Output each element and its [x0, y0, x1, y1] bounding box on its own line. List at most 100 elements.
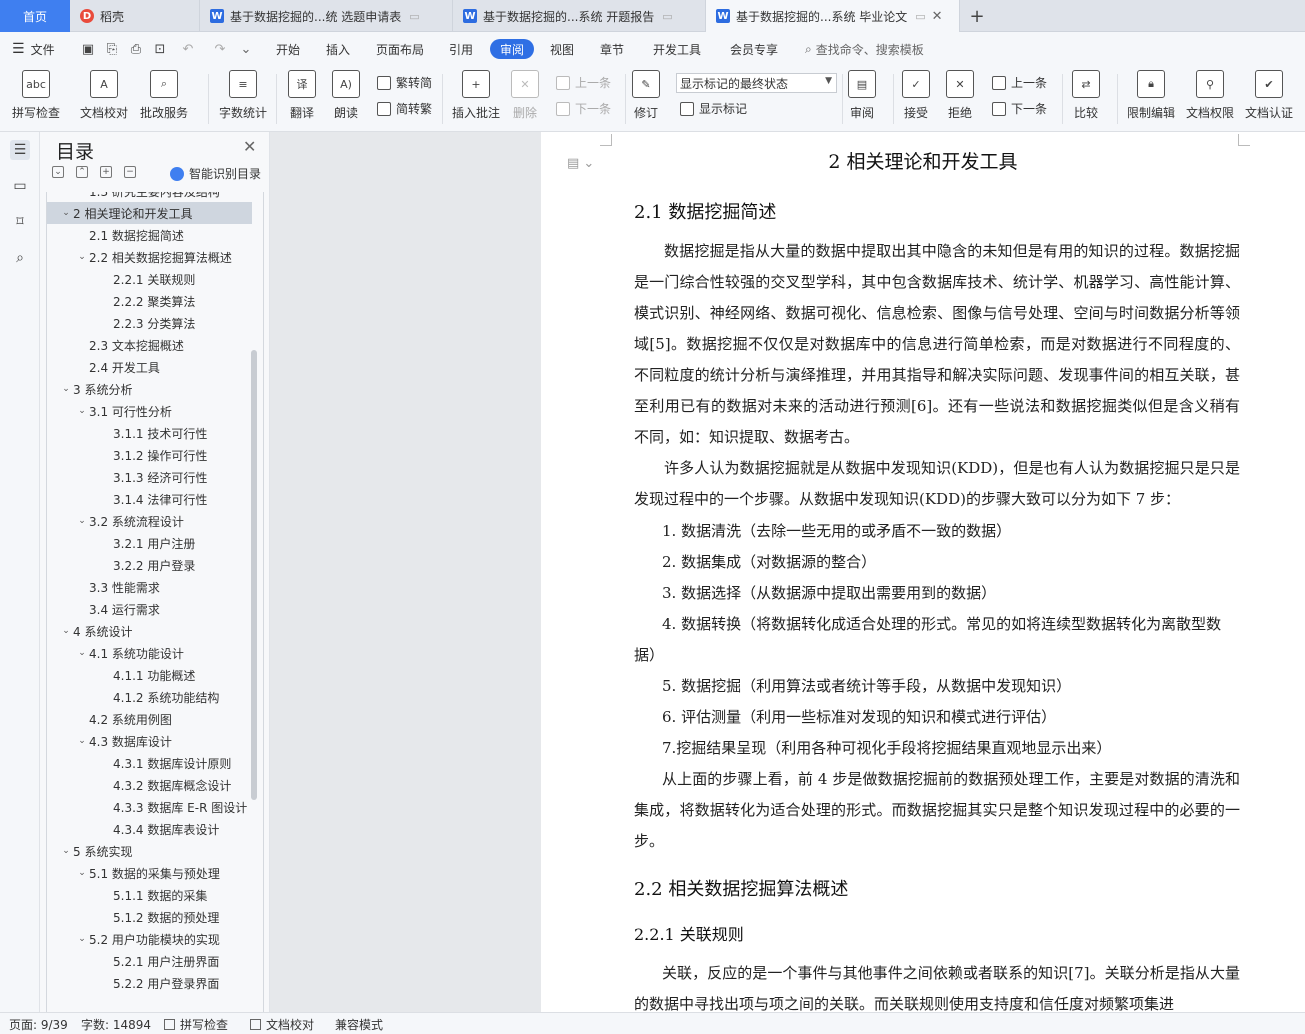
expand-icon[interactable]: +	[100, 166, 112, 178]
toc-item[interactable]: 2.2.3 分类算法	[47, 312, 252, 334]
toc-item[interactable]: ⌄ 3.2 系统流程设计	[47, 510, 252, 532]
toc-item[interactable]: ⌄ 4.1 系统功能设计	[47, 642, 252, 664]
spell-check-button[interactable]: abc 拼写检查	[12, 70, 60, 121]
undo-icon[interactable]: ↶	[180, 41, 196, 57]
accept-button[interactable]: ✓ 接受	[902, 70, 930, 121]
delete-comment-button[interactable]: ✕ 删除	[511, 70, 539, 121]
doc-permission-button[interactable]: ⚲ 文档权限	[1186, 70, 1234, 121]
toc-item[interactable]: 2.3 文本挖掘概述	[47, 334, 252, 356]
spell-check-toggle[interactable]: 拼写检查	[164, 1016, 228, 1033]
toc-item[interactable]: ⌄ 4 系统设计	[47, 620, 252, 642]
preview-icon[interactable]: ⊡	[152, 41, 168, 57]
next-change-button[interactable]: 下一条	[992, 100, 1047, 117]
expand-up-icon[interactable]: ⌃	[76, 166, 88, 178]
translate-button[interactable]: 译翻译	[288, 70, 316, 121]
toc-item[interactable]: 2.1 数据挖掘简述	[47, 224, 252, 246]
toc-item[interactable]: 3.4 运行需求	[47, 598, 252, 620]
toc-item[interactable]: 5.2.1 用户注册界面	[47, 950, 252, 972]
proofread-toggle[interactable]: 文档校对	[250, 1016, 314, 1033]
tab-doc-thesis[interactable]: W 基于数据挖掘的...系统 毕业论文 ▭ ✕	[706, 0, 960, 32]
menu-start[interactable]: 开始	[276, 32, 300, 66]
toc-item[interactable]: 5.2.2 用户登录界面	[47, 972, 252, 994]
search-icon[interactable]: ⌕	[10, 248, 30, 268]
toc-item[interactable]: ⌄ 5.1 数据的采集与预处理	[47, 862, 252, 884]
show-markup-button[interactable]: 显示标记	[680, 100, 747, 117]
redo-icon[interactable]: ↷	[212, 41, 228, 57]
more-chevron-icon[interactable]: ⌄	[238, 41, 254, 57]
menu-layout[interactable]: 页面布局	[376, 32, 424, 66]
toc-item[interactable]: ⌄ 3.1 可行性分析	[47, 400, 252, 422]
export-icon[interactable]: ⎘	[104, 41, 120, 57]
chevron-down-icon[interactable]: ⌄	[75, 934, 89, 944]
markup-state-select[interactable]: 显示标记的最终状态 ▼	[676, 73, 837, 93]
toc-item[interactable]: 4.3.1 数据库设计原则	[47, 752, 252, 774]
bookmark-icon[interactable]: ⌑	[10, 212, 30, 232]
prev-change-button[interactable]: 上一条	[992, 74, 1047, 91]
trad-to-simp-button[interactable]: 繁转简	[377, 74, 432, 91]
restrict-edit-button[interactable]: 🔒︎ 限制编辑	[1127, 70, 1175, 121]
menu-insert[interactable]: 插入	[326, 32, 350, 66]
toc-item[interactable]: 4.1.1 功能概述	[47, 664, 252, 686]
chevron-down-icon[interactable]: ⌄	[59, 384, 73, 394]
insert-comment-button[interactable]: + 插入批注	[452, 70, 500, 121]
toc-item[interactable]: 4.3.3 数据库 E-R 图设计	[47, 796, 252, 818]
chapter-icon[interactable]: ▭	[10, 176, 30, 196]
menu-view[interactable]: 视图	[550, 32, 574, 66]
command-search[interactable]: ⌕ 查找命令、搜索模板	[805, 32, 924, 66]
chevron-down-icon[interactable]: ⌄	[59, 208, 73, 218]
tab-doc-proposal[interactable]: W 基于数据挖掘的...系统 开题报告 ▭	[453, 0, 706, 32]
menu-devtools[interactable]: 开发工具	[653, 32, 701, 66]
chevron-down-icon[interactable]: ⌄	[75, 406, 89, 416]
toc-item[interactable]: ⌄ 2.2 相关数据挖掘算法概述	[47, 246, 252, 268]
review-pane-button[interactable]: ▤ 审阅	[848, 70, 876, 121]
compare-button[interactable]: ⇄ 比较	[1072, 70, 1100, 121]
toc-item[interactable]: 3.2.1 用户注册	[47, 532, 252, 554]
read-aloud-button[interactable]: A) 朗读	[332, 70, 360, 121]
reject-button[interactable]: ✕ 拒绝	[946, 70, 974, 121]
toc-item[interactable]: ⌄ 5 系统实现	[47, 840, 252, 862]
toc-item[interactable]: 3.1.1 技术可行性	[47, 422, 252, 444]
toc-item[interactable]: 5.1.1 数据的采集	[47, 884, 252, 906]
toc-item[interactable]: 3.3 性能需求	[47, 576, 252, 598]
toc-item[interactable]: 5.1.2 数据的预处理	[47, 906, 252, 928]
document-page[interactable]: ▤ ⌄ 2 相关理论和开发工具 2.1 数据挖掘简述 数据挖掘是指从大量的数据中…	[541, 132, 1305, 1012]
collapse-icon[interactable]: −	[124, 166, 136, 178]
chevron-down-icon[interactable]: ⌄	[75, 252, 89, 262]
toc-icon[interactable]: ☰	[10, 140, 30, 160]
track-changes-button[interactable]: ✎ 修订	[632, 70, 660, 121]
file-menu[interactable]: ☰ 文件	[12, 32, 55, 66]
prev-comment-button[interactable]: 上一条	[556, 74, 611, 91]
add-tab-button[interactable]: +	[966, 5, 988, 27]
toc-item[interactable]: 2.2.2 聚类算法	[47, 290, 252, 312]
chevron-down-icon[interactable]: ⌄	[59, 846, 73, 856]
toc-item[interactable]: 3.1.2 操作可行性	[47, 444, 252, 466]
toc-item[interactable]: 4.3.2 数据库概念设计	[47, 774, 252, 796]
chevron-down-icon[interactable]: ⌄	[59, 626, 73, 636]
menu-chapter[interactable]: 章节	[600, 32, 624, 66]
toc-item[interactable]: 3.2.2 用户登录	[47, 554, 252, 576]
toc-item[interactable]: ⌄ 2 相关理论和开发工具	[47, 202, 252, 224]
toc-item[interactable]: 4.3.4 数据库表设计	[47, 818, 252, 840]
word-count-button[interactable]: ≡ 字数统计	[219, 70, 267, 121]
tab-daoke[interactable]: D 稻壳	[70, 0, 200, 32]
toc-item[interactable]: ⌄ 5.2 用户功能模块的实现	[47, 928, 252, 950]
toc-item[interactable]: 4.1.2 系统功能结构	[47, 686, 252, 708]
toc-item[interactable]: 3.1.3 经济可行性	[47, 466, 252, 488]
print-icon[interactable]: ⎙	[128, 41, 144, 57]
toc-item[interactable]: 1.3 研究主要内容及结构	[47, 192, 252, 202]
doc-certify-button[interactable]: ✔ 文档认证	[1245, 70, 1293, 121]
toc-item[interactable]: ⌄ 4.3 数据库设计	[47, 730, 252, 752]
collapse-all-icon[interactable]: ⌄	[52, 166, 64, 178]
annotate-service-button[interactable]: ⌕ 批改服务	[140, 70, 188, 121]
smart-toc-button[interactable]: 智能识别目录	[170, 165, 261, 182]
chevron-down-icon[interactable]: ⌄	[75, 648, 89, 658]
next-comment-button[interactable]: 下一条	[556, 100, 611, 117]
proofread-button[interactable]: A 文档校对	[80, 70, 128, 121]
toc-item[interactable]: ⌄ 3 系统分析	[47, 378, 252, 400]
close-icon[interactable]: ✕	[932, 9, 943, 24]
tab-home[interactable]: 首页	[0, 0, 70, 32]
simp-to-trad-button[interactable]: 简转繁	[377, 100, 432, 117]
toc-item[interactable]: 4.2 系统用例图	[47, 708, 252, 730]
menu-member[interactable]: 会员专享	[730, 32, 778, 66]
toc-item[interactable]: 3.1.4 法律可行性	[47, 488, 252, 510]
